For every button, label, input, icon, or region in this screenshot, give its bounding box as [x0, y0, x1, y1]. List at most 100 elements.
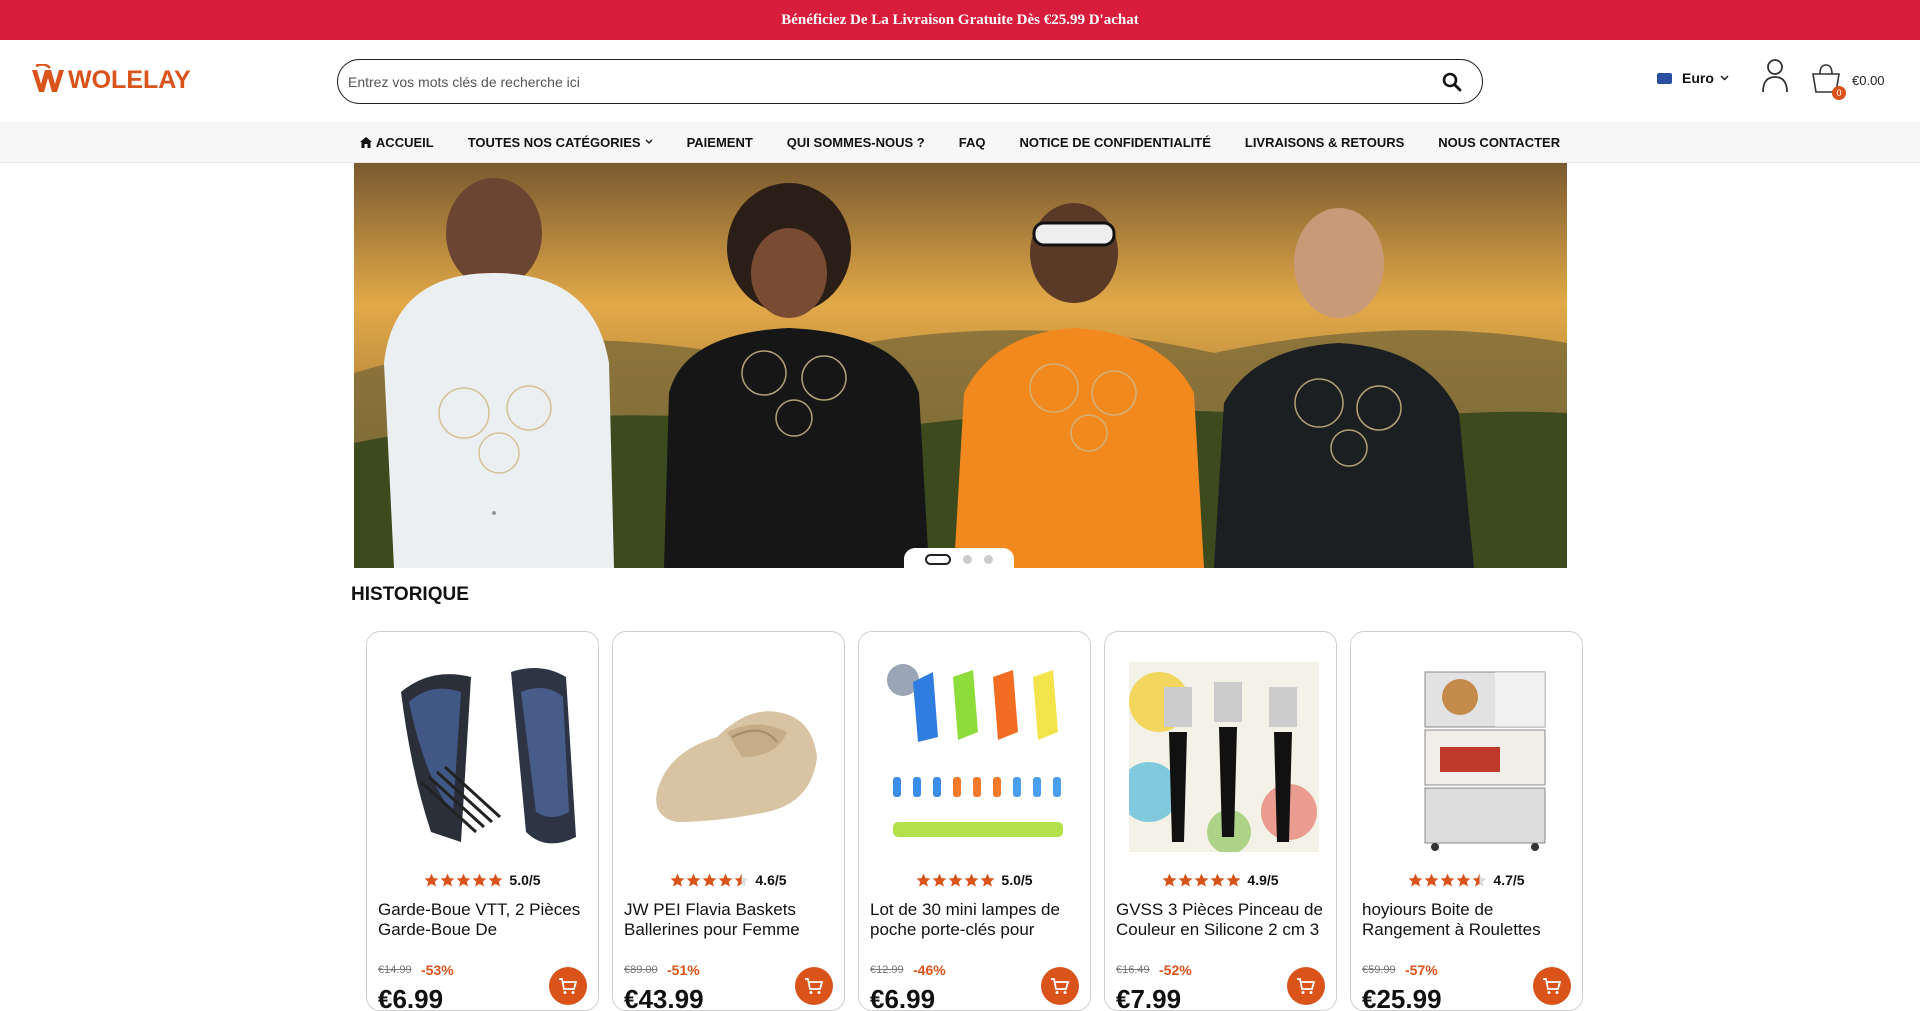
nav-item-contact[interactable]: NOUS CONTACTER — [1421, 135, 1577, 150]
old-price: €16.49 — [1116, 964, 1150, 976]
current-price: €6.99 — [870, 984, 936, 1011]
product-card[interactable]: 4.6/5 JW PEI Flavia Baskets Ballerines p… — [612, 631, 845, 1011]
section-title: HISTORIQUE — [351, 584, 469, 605]
current-price: €7.99 — [1116, 984, 1182, 1011]
slider-pagination — [904, 548, 1014, 570]
star-icon — [932, 873, 947, 887]
nav-label: NOUS CONTACTER — [1438, 134, 1561, 150]
rating: 5.0/5 — [859, 872, 1090, 888]
star-icon — [1472, 873, 1487, 887]
logo[interactable]: WOLELAY — [30, 63, 191, 96]
cart-add-icon — [805, 978, 824, 994]
nav-item-payment[interactable]: PAIEMENT — [670, 135, 770, 150]
nav-item-shipping[interactable]: LIVRAISONS & RETOURS — [1228, 135, 1421, 150]
star-icon — [456, 873, 471, 887]
rating-value: 4.9/5 — [1247, 872, 1279, 888]
star-rating-icon — [670, 873, 749, 887]
star-icon — [964, 873, 979, 887]
add-to-cart-button[interactable] — [1533, 967, 1571, 1005]
slider-dot[interactable] — [984, 554, 993, 564]
product-card[interactable]: 4.9/5 GVSS 3 Pièces Pinceau de Couleur e… — [1104, 631, 1337, 1011]
product-title[interactable]: Garde-Boue VTT, 2 Pièces Garde-Boue De — [378, 900, 588, 940]
product-image — [1129, 662, 1319, 852]
add-to-cart-button[interactable] — [795, 967, 833, 1005]
current-price: €25.99 — [1362, 984, 1442, 1011]
nav-item-home[interactable]: ACCUEIL — [343, 135, 451, 150]
cart-add-icon — [1297, 978, 1316, 994]
star-rating-icon — [1408, 873, 1487, 887]
product-card[interactable]: 4.7/5 hoyiours Boite de Rangement à Roul… — [1350, 631, 1583, 1011]
product-carousel: 5.0/5 Garde-Boue VTT, 2 Pièces Garde-Bou… — [366, 631, 1583, 1011]
rating: 4.6/5 — [613, 872, 844, 888]
add-to-cart-button[interactable] — [1041, 967, 1079, 1005]
nav-label: LIVRAISONS & RETOURS — [1244, 134, 1405, 150]
promo-text: Bénéficiez De La Livraison Gratuite Dès … — [781, 12, 1139, 28]
rating-value: 5.0/5 — [509, 872, 541, 888]
star-icon — [1424, 873, 1439, 887]
product-image — [1424, 671, 1546, 851]
home-icon — [359, 136, 372, 148]
nav-label: QUI SOMMES-NOUS ? — [786, 134, 925, 150]
cart-add-icon — [559, 978, 578, 994]
hero-slider[interactable] — [354, 163, 1567, 568]
product-title[interactable]: hoyiours Boite de Rangement à Roulettes — [1362, 900, 1572, 940]
star-icon — [1408, 873, 1423, 887]
nav-item-faq[interactable]: FAQ — [942, 135, 1003, 150]
star-icon — [440, 873, 455, 887]
current-price: €43.99 — [624, 984, 704, 1011]
star-icon — [1226, 873, 1241, 887]
star-icon — [1194, 873, 1209, 887]
add-to-cart-button[interactable] — [1287, 967, 1325, 1005]
slider-dot[interactable] — [925, 553, 951, 565]
cart-total: €0.00 — [1852, 73, 1885, 88]
star-icon — [1440, 873, 1455, 887]
hero-image — [354, 163, 1567, 568]
user-icon — [1762, 59, 1788, 93]
star-icon — [718, 873, 733, 887]
product-title[interactable]: JW PEI Flavia Baskets Ballerines pour Fe… — [624, 900, 834, 940]
product-image — [401, 668, 576, 844]
star-icon — [488, 873, 503, 887]
cart-count-badge: 0 — [1832, 86, 1846, 100]
cart-add-icon — [1051, 978, 1070, 994]
star-rating-icon — [1162, 873, 1241, 887]
add-to-cart-button[interactable] — [549, 967, 587, 1005]
star-rating-icon — [424, 873, 503, 887]
search-button[interactable] — [1432, 62, 1472, 102]
star-icon — [948, 873, 963, 887]
search-input[interactable] — [338, 60, 1432, 103]
discount-badge: -46% — [913, 962, 946, 978]
rating: 4.7/5 — [1351, 872, 1582, 888]
current-price: €6.99 — [378, 984, 444, 1011]
nav-label: PAIEMENT — [686, 134, 753, 150]
product-card[interactable]: 5.0/5 Lot de 30 mini lampes de poche por… — [858, 631, 1091, 1011]
search-icon — [1442, 72, 1462, 91]
star-icon — [734, 873, 749, 887]
discount-badge: -52% — [1159, 962, 1192, 978]
chevron-down-icon — [1720, 75, 1729, 81]
nav-item-categories[interactable]: TOUTES NOS CATÉGORIES — [451, 135, 670, 150]
rating-value: 4.6/5 — [755, 872, 787, 888]
old-price: €14.99 — [378, 964, 412, 976]
nav-label: NOTICE DE CONFIDENTIALITÉ — [1019, 134, 1211, 150]
promo-banner: Bénéficiez De La Livraison Gratuite Dès … — [0, 0, 1920, 40]
account-button[interactable] — [1760, 58, 1790, 98]
slider-dot[interactable] — [963, 554, 972, 564]
cart-button[interactable]: 0 — [1810, 62, 1846, 100]
product-title[interactable]: GVSS 3 Pièces Pinceau de Couleur en Sili… — [1116, 900, 1326, 940]
rating-value: 5.0/5 — [1001, 872, 1033, 888]
product-title[interactable]: Lot de 30 mini lampes de poche porte-clé… — [870, 900, 1080, 940]
old-price: €89.00 — [624, 964, 658, 976]
rating-value: 4.7/5 — [1493, 872, 1525, 888]
star-icon — [1456, 873, 1471, 887]
product-card[interactable]: 5.0/5 Garde-Boue VTT, 2 Pièces Garde-Bou… — [366, 631, 599, 1011]
nav-item-about[interactable]: QUI SOMMES-NOUS ? — [770, 135, 942, 150]
nav-label: TOUTES NOS CATÉGORIES — [467, 134, 641, 150]
rating: 4.9/5 — [1105, 872, 1336, 888]
star-icon — [670, 873, 685, 887]
logo-text: WOLELAY — [68, 65, 191, 94]
star-icon — [1210, 873, 1225, 887]
rating: 5.0/5 — [367, 872, 598, 888]
nav-item-privacy[interactable]: NOTICE DE CONFIDENTIALITÉ — [1002, 135, 1227, 150]
currency-selector[interactable]: Euro — [1657, 70, 1729, 86]
